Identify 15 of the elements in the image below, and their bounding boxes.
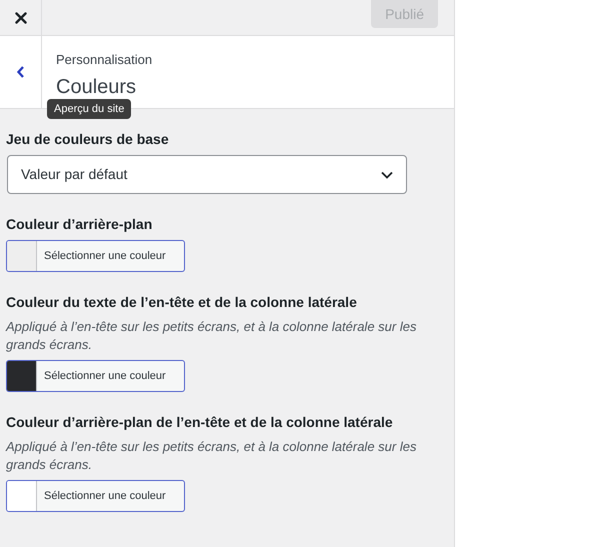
field-label: Couleur d’arrière-plan — [6, 215, 154, 234]
field-description: Appliqué à l’en-tête sur les petits écrans, et à la colonne latérale sur les grands écrans. — [6, 438, 418, 474]
field-label: Jeu de couleurs de base — [6, 130, 170, 149]
chevron-down-icon — [381, 170, 393, 178]
color-picker-button[interactable]: Sélectionner une couleur — [6, 360, 185, 392]
close-icon — [14, 12, 26, 24]
color-picker-button[interactable]: Sélectionner une couleur — [6, 480, 185, 512]
dropdown-select[interactable]: Valeur par défaut — [7, 155, 407, 194]
field-label: Couleur du texte de l’en-tête et de la colonne latérale — [6, 293, 358, 312]
field-description: Appliqué à l’en-tête sur les petits écrans, et à la colonne latérale sur les grands écrans. — [6, 318, 418, 354]
breadcrumb: Personnalisation — [56, 51, 152, 69]
tooltip: Aperçu du site — [47, 99, 132, 119]
field-label: Couleur d’arrière-plan de l’en-tête et de la colonne latérale — [6, 413, 394, 432]
color-picker-button[interactable]: Sélectionner une couleur — [6, 240, 185, 272]
panel-title: Couleurs — [56, 75, 138, 100]
